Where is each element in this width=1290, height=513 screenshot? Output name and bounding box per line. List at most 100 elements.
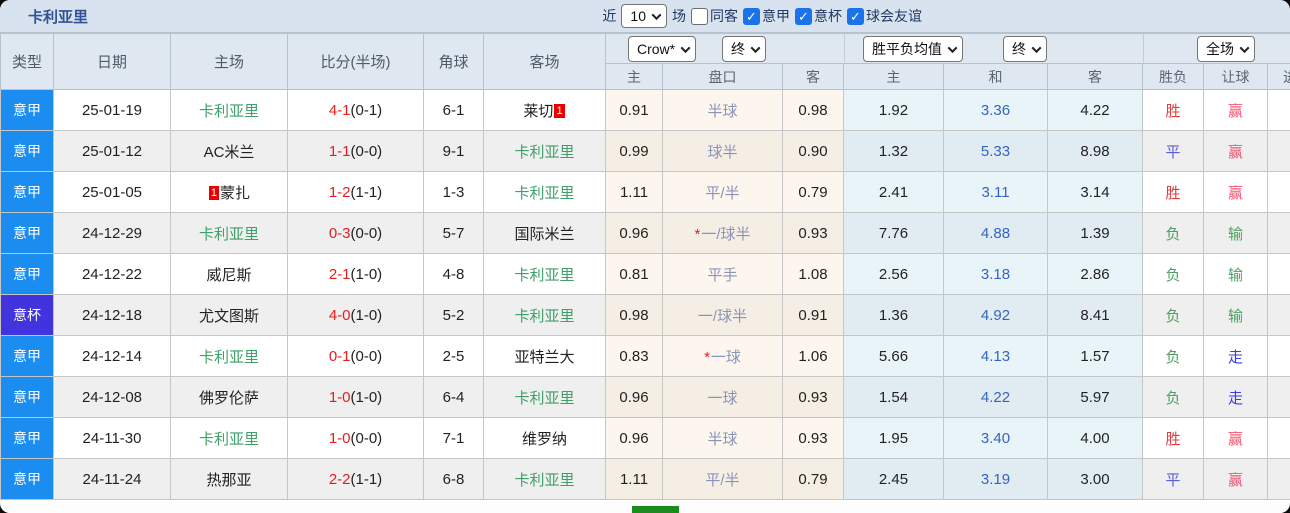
match-date: 24-11-24 [53, 458, 171, 500]
same-venue-checkbox[interactable] [691, 7, 708, 25]
avg-lose-odds: 4.00 [1047, 417, 1143, 459]
score-cell: 1-1(0-0) [287, 130, 424, 172]
score-cell: 1-0(1-0) [287, 376, 424, 418]
match-date: 24-12-08 [53, 376, 171, 418]
scope-select[interactable]: 全场 [1197, 36, 1255, 62]
home-team: 卡利亚里 [170, 212, 288, 254]
odds-state-select[interactable]: 终 [722, 36, 766, 62]
handicap-line: 一/球半 [662, 294, 783, 336]
result-cell: 胜 [1142, 89, 1204, 131]
corners-cell: 5-2 [423, 294, 484, 336]
corners-cell: 5-7 [423, 212, 484, 254]
chevron-down-icon [680, 42, 691, 53]
odds-home: 0.91 [605, 89, 663, 131]
corners-cell: 6-4 [423, 376, 484, 418]
handicap-result-cell: 赢 [1203, 89, 1268, 131]
handicap-result-cell: 赢 [1203, 458, 1268, 500]
avg-lose-odds: 3.14 [1047, 171, 1143, 213]
match-date: 25-01-19 [53, 89, 171, 131]
score-cell: 0-3(0-0) [287, 212, 424, 254]
team-match-history-panel: 卡利亚里 近 10 场 同客 意甲 意杯 球会友谊 [0, 0, 1290, 513]
handicap-result-cell: 输 [1203, 253, 1268, 295]
recent-label: 近 [602, 8, 617, 24]
home-team: 佛罗伦萨 [170, 376, 288, 418]
odds-home: 0.96 [605, 376, 663, 418]
result-cell: 平 [1142, 130, 1204, 172]
team-name-title: 卡利亚里 [28, 8, 89, 26]
handicap-result-cell: 赢 [1203, 130, 1268, 172]
partial-cell [1266, 417, 1290, 459]
score-cell: 1-0(0-0) [287, 417, 424, 459]
league-badge: 意甲 [0, 212, 54, 254]
avg-odds-select[interactable]: 胜平负均值 [863, 36, 963, 62]
header-divider [1143, 34, 1144, 63]
result-cell: 平 [1142, 458, 1204, 500]
match-row: 意甲 24-12-14 卡利亚里 0-1(0-0) 2-5 亚特兰大 0.83 … [0, 335, 1290, 377]
result-cell: 负 [1142, 376, 1204, 418]
away-team: 国际米兰 [483, 212, 606, 254]
chevron-down-icon [1031, 42, 1042, 53]
handicap-result-cell: 赢 [1203, 171, 1268, 213]
avg-draw-odds: 4.92 [943, 294, 1048, 336]
avg-lose-odds: 1.57 [1047, 335, 1143, 377]
away-team: 维罗纳 [483, 417, 606, 459]
handicap-result-cell: 走 [1203, 376, 1268, 418]
bottom-strip [0, 505, 1290, 513]
result-cell: 负 [1142, 294, 1204, 336]
avg-win-odds: 5.66 [843, 335, 944, 377]
result-cell: 负 [1142, 253, 1204, 295]
handicap-result-cell: 走 [1203, 335, 1268, 377]
partial-cell [1266, 335, 1290, 377]
coppa-label: 意杯 [814, 8, 842, 24]
corners-cell: 7-1 [423, 417, 484, 459]
score-cell: 2-1(1-0) [287, 253, 424, 295]
odds-company-select[interactable]: Crow* [628, 36, 697, 62]
partial-cell [1266, 294, 1290, 336]
score-cell: 4-0(1-0) [287, 294, 424, 336]
avg-draw-odds: 3.40 [943, 417, 1048, 459]
avg-state-select[interactable]: 终 [1003, 36, 1047, 62]
corners-cell: 1-3 [423, 171, 484, 213]
league-badge: 意甲 [0, 253, 54, 295]
match-row: 意甲 24-12-08 佛罗伦萨 1-0(1-0) 6-4 卡利亚里 0.96 … [0, 376, 1290, 418]
odds-away: 1.06 [782, 335, 844, 377]
odds-home: 0.99 [605, 130, 663, 172]
filter-friendly: 球会友谊 [847, 6, 922, 26]
home-team: AC米兰 [170, 130, 288, 172]
match-date: 24-12-18 [53, 294, 171, 336]
avg-draw-odds: 3.36 [943, 89, 1048, 131]
odds-away: 1.08 [782, 253, 844, 295]
avg-win-odds: 1.95 [843, 417, 944, 459]
avg-draw-odds: 5.33 [943, 130, 1048, 172]
col-header-away: 客场 [483, 33, 606, 90]
header-dropdown-band: Crow* 终 胜平负均值 终 全场 [604, 33, 1290, 64]
coppa-checkbox[interactable] [795, 7, 812, 25]
avg-draw-odds: 3.18 [943, 253, 1048, 295]
col-header-corners: 角球 [423, 33, 484, 90]
chevron-down-icon [750, 42, 761, 53]
match-row: 意甲 25-01-05 1 蒙扎 1-2(1-1) 1-3 卡利亚里 1.11 平… [0, 171, 1290, 213]
odds-away: 0.79 [782, 171, 844, 213]
partial-cell [1266, 253, 1290, 295]
handicap-line: 一球 [662, 376, 783, 418]
corners-cell: 6-1 [423, 89, 484, 131]
partial-cell [1266, 212, 1290, 254]
avg-win-odds: 1.36 [843, 294, 944, 336]
partial-cell [1266, 376, 1290, 418]
home-team: 卡利亚里 [170, 89, 288, 131]
avg-lose-odds: 2.86 [1047, 253, 1143, 295]
col-header-date: 日期 [53, 33, 171, 90]
friendly-checkbox[interactable] [847, 7, 864, 25]
filter-serie-a: 意甲 [743, 6, 790, 26]
handicap-line: 平/半 [662, 171, 783, 213]
home-team: 热那亚 [170, 458, 288, 500]
avg-draw-odds: 3.11 [943, 171, 1048, 213]
serie-a-label: 意甲 [762, 8, 790, 24]
result-cell: 胜 [1142, 171, 1204, 213]
serie-a-checkbox[interactable] [743, 7, 760, 25]
avg-draw-odds: 4.13 [943, 335, 1048, 377]
match-date: 25-01-12 [53, 130, 171, 172]
recent-count-select[interactable]: 10 [621, 4, 667, 28]
league-badge: 意甲 [0, 89, 54, 131]
match-row: 意杯 24-12-18 尤文图斯 4-0(1-0) 5-2 卡利亚里 0.98 … [0, 294, 1290, 336]
